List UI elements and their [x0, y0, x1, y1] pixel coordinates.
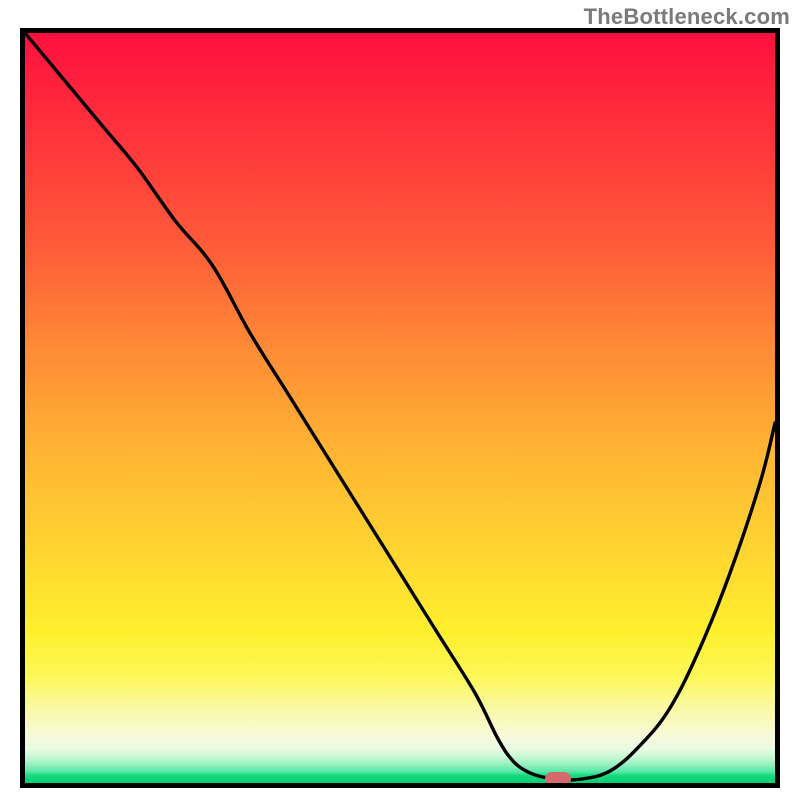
curve-svg — [25, 33, 775, 783]
optimum-marker — [545, 772, 571, 786]
chart-stage: TheBottleneck.com — [0, 0, 800, 800]
watermark-text: TheBottleneck.com — [584, 4, 790, 30]
plot-frame — [20, 28, 780, 788]
bottleneck-curve — [25, 33, 775, 780]
